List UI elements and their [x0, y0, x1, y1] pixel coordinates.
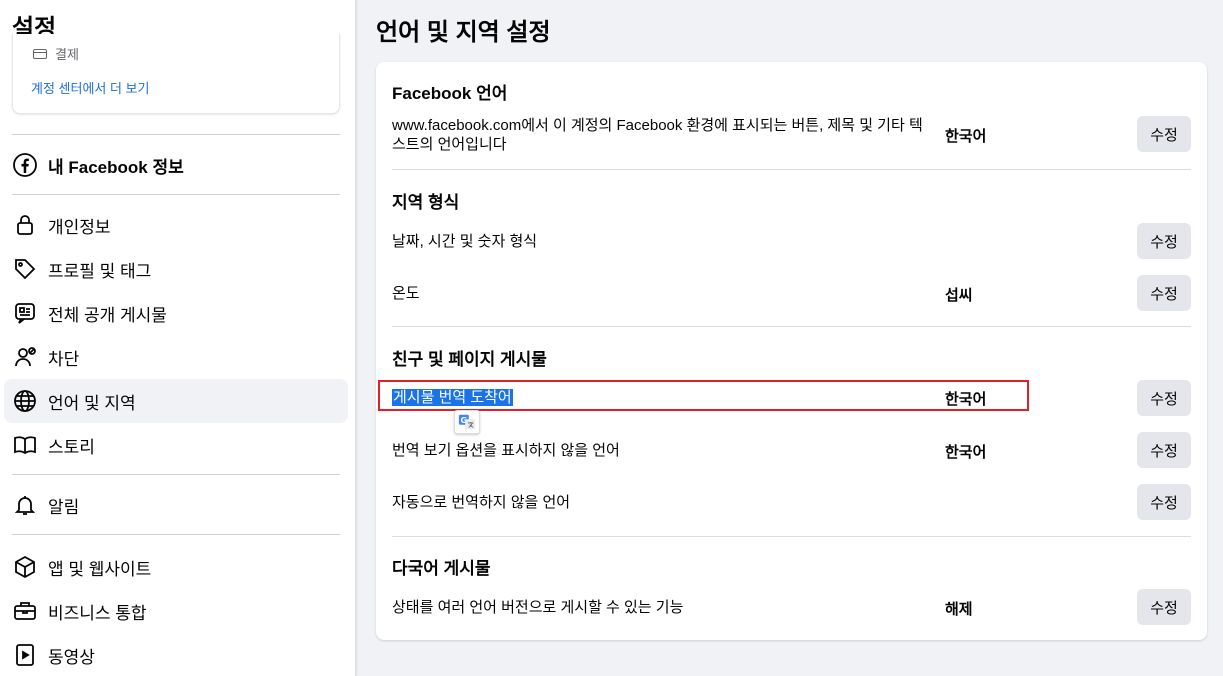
edit-multilingual-posts-button[interactable]: 수정: [1137, 589, 1191, 625]
section-title-region-format: 지역 형식: [392, 193, 460, 212]
no-translate-option-languages-value: 한국어: [945, 444, 987, 461]
sidebar-divider: [12, 474, 340, 475]
sidebar-item-your-facebook-info[interactable]: 내 Facebook 정보: [4, 143, 348, 187]
sidebar-item-blocking[interactable]: 차단: [4, 335, 348, 379]
video-icon: [12, 642, 38, 668]
sidebar-item-label: 언어 및 지역: [48, 393, 136, 413]
accounts-center-link[interactable]: 계정 센터에서 더 보기: [31, 78, 149, 97]
language-region-settings-card: Facebook 언어 www.facebook.com에서 이 계정의 Fac…: [376, 62, 1207, 640]
cube-icon: [12, 554, 38, 580]
accounts-center-card: 결제 계정 센터에서 더 보기: [12, 34, 340, 114]
edit-translation-target-button[interactable]: 수정: [1137, 380, 1191, 416]
sidebar-item-label: 차단: [48, 349, 80, 369]
facebook-logo-icon: [12, 152, 38, 178]
page-title: 언어 및 지역 설정: [376, 19, 551, 46]
sidebar-divider: [12, 534, 340, 535]
edit-region-format-button[interactable]: 수정: [1137, 223, 1191, 259]
translation-target-language-value: 한국어: [945, 391, 987, 408]
facebook-language-value: 한국어: [945, 128, 987, 145]
section-title-multilingual-posts: 다국어 게시물: [392, 559, 491, 578]
book-icon: [12, 432, 38, 458]
credit-card-icon: [33, 48, 47, 59]
sidebar-item-label: 알림: [48, 497, 80, 517]
sidebar-item-notifications[interactable]: 알림: [4, 483, 348, 527]
lock-icon: [12, 212, 38, 238]
settings-sidebar: 설정 결제 계정 센터에서 더 보기 내 Facebook 정보 개인정보 프로…: [0, 0, 356, 676]
section-divider: [392, 169, 1191, 170]
section-title-facebook-language: Facebook 언어: [392, 84, 508, 103]
sidebar-divider: [12, 134, 340, 135]
sidebar-item-videos[interactable]: 동영상: [4, 633, 348, 676]
payment-item[interactable]: 결제: [33, 44, 79, 63]
translation-target-language-label: 게시물 번역 도착어: [392, 389, 513, 406]
sidebar-item-label: 비즈니스 통합: [48, 603, 147, 623]
public-post-icon: [12, 300, 38, 326]
bell-icon: [12, 492, 38, 518]
translate-popup-icon[interactable]: G: [454, 410, 480, 434]
sidebar-item-label: 스토리: [48, 437, 95, 457]
sidebar-item-label: 내 Facebook 정보: [48, 157, 184, 177]
section-divider: [392, 536, 1191, 537]
edit-facebook-language-button[interactable]: 수정: [1137, 116, 1191, 152]
globe-icon: [12, 388, 38, 414]
sidebar-item-language-and-region[interactable]: 언어 및 지역: [4, 379, 348, 423]
sidebar-item-profile-and-tagging[interactable]: 프로필 및 태그: [4, 247, 348, 291]
multilingual-posts-value: 해제: [945, 601, 973, 618]
sidebar-item-label: 전체 공개 게시물: [48, 305, 167, 325]
facebook-language-description: www.facebook.com에서 이 계정의 Facebook 환경에 표시…: [392, 117, 923, 153]
payment-label: 결제: [55, 47, 79, 62]
temperature-value: 섭씨: [945, 287, 973, 304]
temperature-label: 온도: [392, 285, 420, 302]
sidebar-item-business-integrations[interactable]: 비즈니스 통합: [4, 589, 348, 633]
no-auto-translate-languages-label: 자동으로 번역하지 않을 언어: [392, 494, 571, 511]
sidebar-item-label: 앱 및 웹사이트: [48, 559, 152, 579]
edit-no-auto-translate-button[interactable]: 수정: [1137, 484, 1191, 520]
sidebar-divider: [12, 194, 340, 195]
sidebar-item-public-posts[interactable]: 전체 공개 게시물: [4, 291, 348, 335]
multilingual-posts-label: 상태를 여러 언어 버전으로 게시할 수 있는 기능: [392, 599, 684, 616]
sidebar-item-label: 동영상: [48, 647, 95, 667]
sidebar-item-stories[interactable]: 스토리: [4, 423, 348, 467]
briefcase-icon: [12, 598, 38, 624]
block-user-icon: [12, 344, 38, 370]
section-divider: [392, 326, 1191, 327]
sidebar-item-label: 프로필 및 태그: [48, 261, 152, 281]
edit-temperature-button[interactable]: 수정: [1137, 275, 1191, 311]
section-title-friends-and-pages-posts: 친구 및 페이지 게시물: [392, 350, 547, 369]
edit-no-translate-option-button[interactable]: 수정: [1137, 432, 1191, 468]
sidebar-item-apps-and-websites[interactable]: 앱 및 웹사이트: [4, 545, 348, 589]
date-time-number-format-label: 날짜, 시간 및 숫자 형식: [392, 233, 538, 250]
no-translate-option-languages-label: 번역 보기 옵션을 표시하지 않을 언어: [392, 442, 620, 459]
tag-icon: [12, 256, 38, 282]
sidebar-item-label: 개인정보: [48, 217, 111, 237]
sidebar-item-privacy[interactable]: 개인정보: [4, 203, 348, 247]
